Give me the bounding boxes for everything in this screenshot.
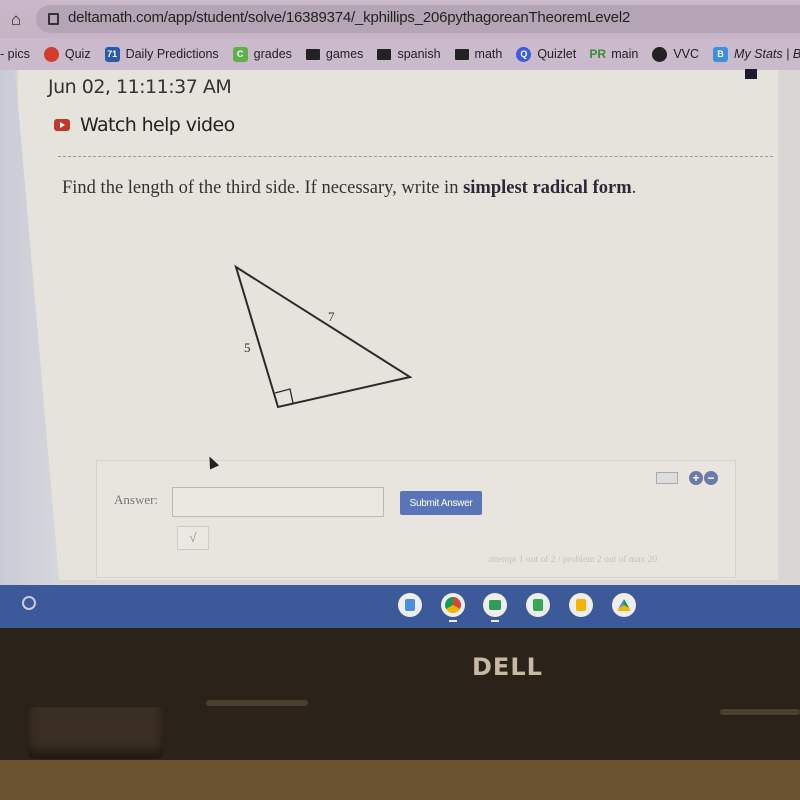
hypotenuse-label: 7 xyxy=(328,309,335,324)
bookmark-spanish[interactable]: spanish xyxy=(377,47,441,61)
page-info-icon[interactable] xyxy=(48,13,59,25)
folder-icon xyxy=(305,48,320,60)
address-bar[interactable]: deltamath.com/app/student/solve/16389374… xyxy=(36,5,800,33)
zoom-out-icon[interactable]: − xyxy=(704,471,718,485)
bezel-slot xyxy=(206,700,308,706)
bookmark-grades[interactable]: C grades xyxy=(232,46,292,62)
prompt-end: . xyxy=(631,178,637,198)
bookmark-vvc[interactable]: VVC xyxy=(652,46,700,62)
blog-icon: B xyxy=(713,46,729,62)
triangle-diagram: 5 7 xyxy=(234,264,413,409)
leg-label: 5 xyxy=(244,340,251,355)
sqrt-button[interactable]: √ xyxy=(177,526,209,550)
bookmark-label: math xyxy=(474,47,503,61)
help-video-link[interactable]: Watch help video xyxy=(54,114,235,136)
classroom-icon[interactable] xyxy=(483,593,507,617)
bookmark-label: - pics xyxy=(0,47,30,61)
folder-icon xyxy=(377,48,392,60)
bookmark-main[interactable]: PR main xyxy=(589,47,639,62)
bezel-slot xyxy=(720,709,800,715)
grades-icon: C xyxy=(232,46,248,62)
bookmark-quizlet[interactable]: Q Quizlet xyxy=(516,46,577,62)
bookmark-label: My Stats | Blo xyxy=(734,47,800,61)
bookmark-quiz[interactable]: Quiz xyxy=(43,46,91,62)
running-indicator xyxy=(449,620,457,622)
bookmark-math[interactable]: math xyxy=(454,47,503,61)
pr-logo-icon: PR xyxy=(589,47,607,61)
sheets-icon[interactable] xyxy=(526,593,550,617)
bookmark-label: main xyxy=(611,47,639,61)
help-video-label[interactable]: Watch help video xyxy=(80,114,235,136)
bookmark-label: games xyxy=(325,47,364,61)
bookmark-games[interactable]: games xyxy=(305,47,364,61)
right-angle-marker xyxy=(274,388,294,404)
zoom-in-icon[interactable]: + xyxy=(689,471,703,485)
globe-icon xyxy=(652,46,668,62)
problem-prompt: Find the length of the third side. If ne… xyxy=(62,178,636,199)
bookmark-label: Quizlet xyxy=(537,47,577,61)
url-text[interactable]: deltamath.com/app/student/solve/16389374… xyxy=(68,9,630,26)
bookmark-label: VVC xyxy=(673,47,700,61)
timestamp: Jun 02, 11:11:37 AM xyxy=(48,76,232,98)
prompt-emphasis: simplest radical form xyxy=(463,178,632,198)
browser-toolbar: ⌂ deltamath.com/app/student/solve/163893… xyxy=(0,0,800,38)
quizlet-icon: Q xyxy=(516,46,532,62)
brand-logo: DELL xyxy=(472,653,543,681)
bookmark-pics[interactable]: - pics xyxy=(0,47,30,61)
laptop-screen: ⌂ deltamath.com/app/student/solve/163893… xyxy=(0,0,800,628)
daily-predictions-icon: 71 xyxy=(104,46,120,62)
folder-icon xyxy=(454,48,469,60)
bookmark-label: grades xyxy=(253,47,292,61)
bookmark-label: Quiz xyxy=(64,47,91,61)
quiz-icon xyxy=(43,46,59,62)
bookmark-label: spanish xyxy=(397,47,441,61)
docs-icon[interactable] xyxy=(398,593,422,617)
home-icon[interactable]: ⌂ xyxy=(6,10,26,30)
chrome-icon[interactable] xyxy=(441,593,465,617)
video-play-icon xyxy=(54,119,70,131)
triangle-shape xyxy=(234,264,413,409)
bookmark-daily-predictions[interactable]: 71 Daily Predictions xyxy=(104,46,219,62)
laptop-base xyxy=(0,760,800,800)
answer-label: Answer: xyxy=(114,492,159,507)
submit-answer-button[interactable]: Submit Answer xyxy=(400,491,482,515)
launcher-icon[interactable] xyxy=(22,596,36,610)
bookmark-my-stats[interactable]: B My Stats | Blo xyxy=(713,46,800,62)
hinge xyxy=(28,707,163,759)
bookmarks-bar: - pics Quiz 71 Daily Predictions C grade… xyxy=(0,38,800,70)
attempt-status: attempt 1 out of 2 / problem 2 out of ma… xyxy=(488,555,658,565)
running-indicator xyxy=(491,620,499,622)
answer-input[interactable] xyxy=(172,487,384,517)
divider xyxy=(58,156,773,157)
slides-icon[interactable] xyxy=(569,593,593,617)
menu-marker xyxy=(745,69,757,79)
drive-icon[interactable] xyxy=(612,593,636,617)
bookmark-label: Daily Predictions xyxy=(125,47,219,61)
keyboard-icon[interactable] xyxy=(656,472,678,484)
prompt-text: Find the length of the third side. If ne… xyxy=(62,178,464,198)
